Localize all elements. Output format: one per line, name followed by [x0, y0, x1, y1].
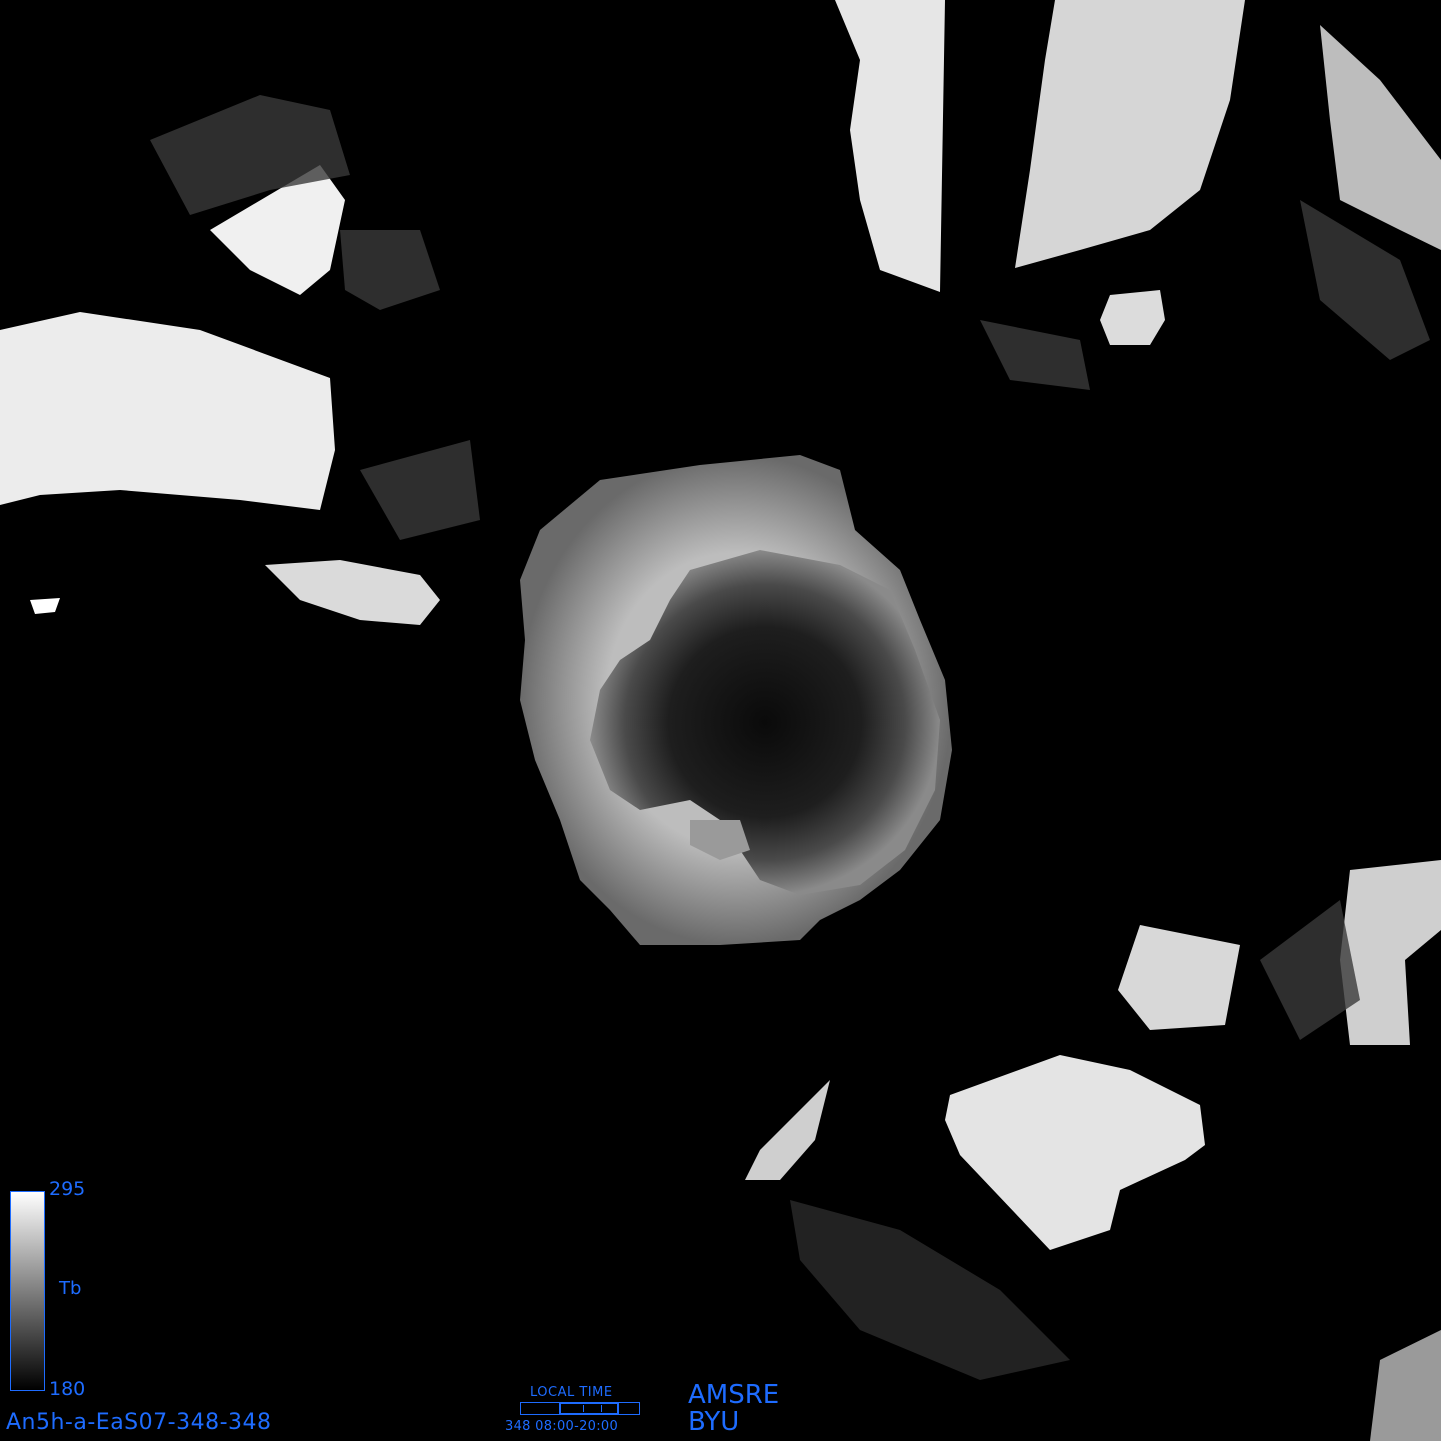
local-time-tick [583, 1405, 584, 1412]
colorbar-max-label: 295 [49, 1178, 86, 1200]
local-time-values: 348 08:00-20:00 [505, 1419, 619, 1434]
brightness-temperature-map [0, 0, 1441, 1441]
colorbar [10, 1191, 45, 1391]
colorbar-variable-label: Tb [59, 1278, 82, 1299]
colorbar-min-label: 180 [49, 1378, 86, 1400]
land-patch-brazil-edge [1320, 25, 1441, 250]
land-patch-africa-swath [0, 312, 335, 510]
sensor-label: AMSRE [688, 1380, 780, 1410]
land-patch-australia-east [1118, 925, 1240, 1030]
land-patch-south-america-east [1015, 0, 1245, 268]
local-time-bar [520, 1402, 640, 1415]
land-patch-new-zealand [745, 1080, 830, 1180]
antarctica [520, 455, 952, 945]
land-patch-small-left [30, 598, 60, 614]
land-patch-australia-mid [1340, 860, 1441, 1045]
local-time-window [559, 1402, 619, 1415]
organization-label: BYU [688, 1407, 740, 1437]
land-patch-south-america [835, 0, 945, 292]
land-patch-madagascar [265, 560, 440, 625]
local-time-title: LOCAL TIME [530, 1385, 613, 1400]
image-id-label: An5h-a-EaS07-348-348 [6, 1410, 272, 1435]
land-patch-australia-south [945, 1055, 1205, 1250]
land-patch-falkland-area [1100, 290, 1165, 345]
land-patch-far-right-bottom [1370, 1330, 1441, 1441]
local-time-tick [601, 1405, 602, 1412]
